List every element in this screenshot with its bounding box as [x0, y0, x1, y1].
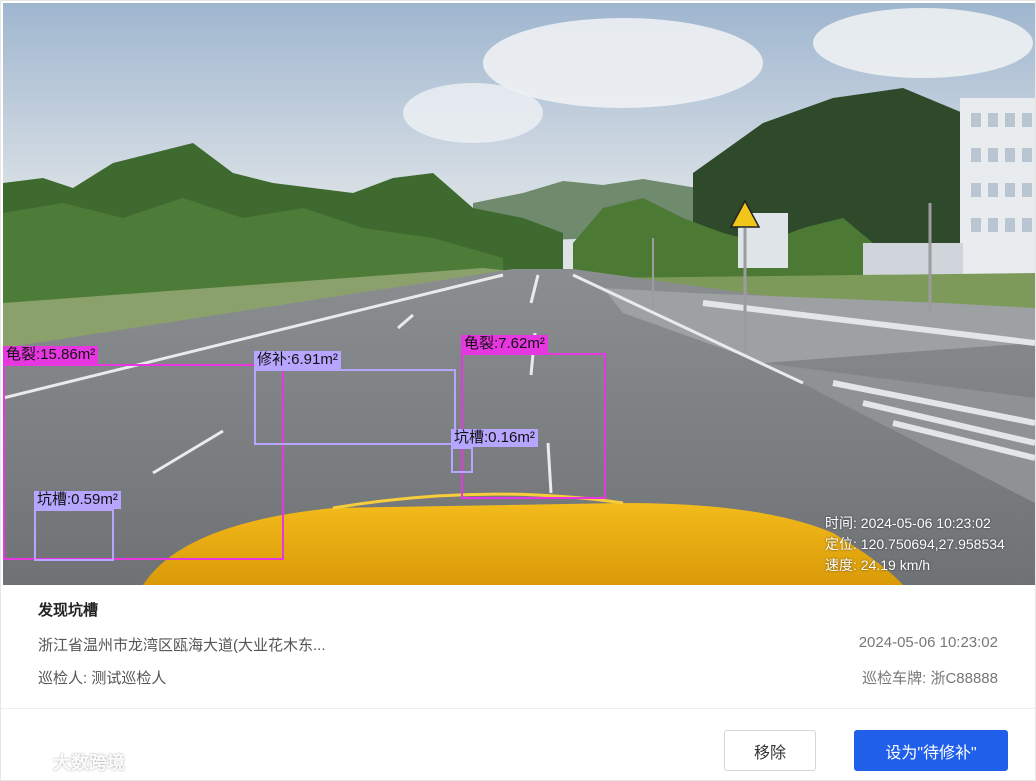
detection-box-pothole-2	[34, 509, 114, 561]
detection-label-pothole-1: 坑槽:0.16m²	[451, 429, 538, 447]
set-pending-repair-button[interactable]: 设为"待修补"	[854, 730, 1008, 771]
watermark-text: 大数跨境	[53, 753, 125, 774]
photo-metadata-overlay: 时间: 2024-05-06 10:23:02 定位: 120.750694,2…	[825, 513, 1005, 576]
issue-title: 发现坑槽	[38, 602, 99, 619]
overlay-time: 时间: 2024-05-06 10:23:02	[825, 515, 991, 531]
detection-label-crack-1: 龟裂:15.86m²	[3, 346, 99, 364]
overlay-speed: 速度: 24.19 km/h	[825, 557, 931, 573]
detection-label-patch: 修补:6.91m²	[254, 351, 341, 369]
detection-label-crack-2: 龟裂:7.62m²	[461, 335, 548, 353]
inspection-detail-dialog: 龟裂:15.86m² 修补:6.91m² 龟裂:7.62m² 坑槽:0.16m²…	[0, 0, 1036, 781]
detection-label-pothole-2: 坑槽:0.59m²	[34, 491, 121, 509]
datetime-text: 2024-05-06 10:23:02	[858, 634, 998, 651]
watermark: 大数跨境	[9, 749, 125, 775]
remove-button[interactable]: 移除	[724, 730, 816, 771]
road-photo: 龟裂:15.86m² 修补:6.91m² 龟裂:7.62m² 坑槽:0.16m²…	[3, 3, 1035, 585]
info-row-inspector: 巡检人: 测试巡检人 巡检车牌: 浙C88888	[38, 667, 998, 689]
detection-box-pothole-1	[451, 447, 473, 473]
info-row-address: 浙江省温州市龙湾区瓯海大道(大业花木东... 2024-05-06 10:23:…	[38, 634, 998, 656]
inspector-text: 巡检人: 测试巡检人	[38, 670, 167, 687]
plate-text: 巡检车牌: 浙C88888	[862, 670, 998, 687]
address-text: 浙江省温州市龙湾区瓯海大道(大业花木东...	[38, 637, 326, 654]
footer-divider	[1, 708, 1035, 709]
overlay-location: 定位: 120.750694,27.958534	[825, 536, 1005, 552]
detection-box-patch	[254, 369, 456, 445]
watermark-logo-icon	[10, 753, 48, 771]
detection-box-crack-2	[461, 353, 606, 499]
